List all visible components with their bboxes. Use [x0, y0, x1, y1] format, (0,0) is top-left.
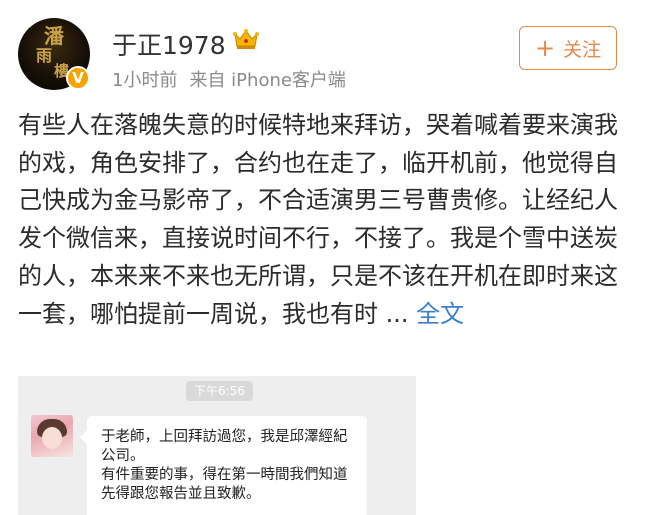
chat-message: 有件重要的事，得在第一時間我們知道先得跟您報告並且致歉。 [101, 467, 348, 502]
post-text: 有些人在落魄失意的时候特地来拜访，哭着喊着要来演我的戏，角色安排了，合约也在走了… [18, 107, 630, 333]
chat-screenshot[interactable]: 下午6:56 于老師，上回拜訪過您，我是邱澤經紀公司。 有件重要的事，得在第一時… [18, 376, 416, 515]
post-body: 有些人在落魄失意的时候特地来拜访，哭着喊着要来演我的戏，角色安排了，合约也在走了… [18, 111, 618, 328]
avatar-logo-text: 潘 [44, 24, 64, 48]
chat-bubble: 于老師，上回拜訪過您，我是邱澤經紀公司。 有件重要的事，得在第一時間我們知道先得… [80, 416, 367, 515]
post-time: 1小时前 [112, 70, 178, 91]
post-source: 来自 iPhone客户端 [189, 70, 346, 91]
follow-button[interactable]: + 关注 [519, 26, 617, 70]
follow-button-label: 关注 [563, 38, 602, 61]
chat-timestamp: 下午6:56 [186, 381, 253, 401]
post-meta: 1小时前 来自 iPhone客户端 [112, 66, 346, 92]
chat-message: 于老師，上回拜訪過您，我是邱澤經紀公司。 [101, 429, 348, 464]
read-more-link[interactable]: 全文 [416, 300, 464, 328]
chat-avatar [31, 415, 73, 457]
plus-icon: + [534, 34, 556, 62]
verified-v-icon: V [66, 66, 90, 90]
vip-crown-icon [233, 29, 259, 49]
username[interactable]: 于正1978 [112, 26, 226, 62]
avatar-logo-text: 雨 [36, 46, 53, 65]
